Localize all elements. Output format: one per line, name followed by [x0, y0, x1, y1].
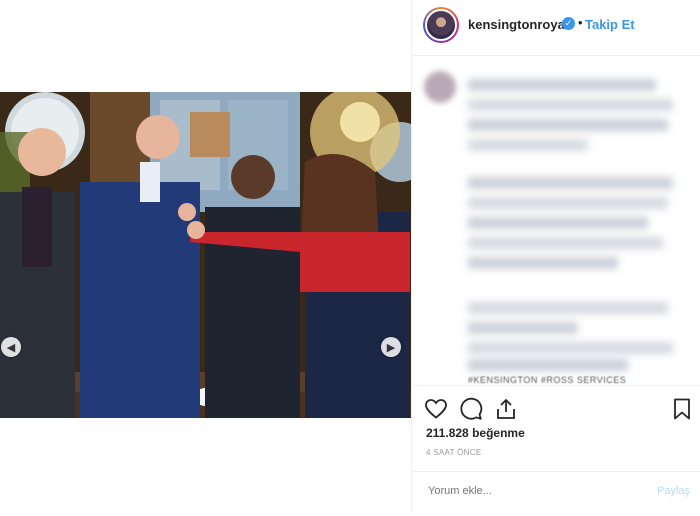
blurred-text-line — [468, 302, 668, 314]
add-comment-form: Paylaş — [412, 471, 700, 513]
caption-comments-blurred: #KENSINGTON #ROSS SERVICES — [412, 57, 700, 384]
comment-input[interactable] — [426, 484, 650, 498]
likes-count[interactable]: 211.828 beğenme — [426, 426, 525, 440]
blurred-text-line — [468, 257, 618, 269]
blurred-text-line — [468, 99, 673, 111]
commenter-avatar — [424, 71, 456, 103]
partial-caption-text: #KENSINGTON #ROSS SERVICES — [468, 375, 627, 384]
post-header: kensingtonroyal ✓ • Takip Et — [412, 0, 700, 56]
bookmark-icon[interactable] — [670, 397, 694, 421]
instagram-post: ◀ ▶ kensingtonroyal ✓ • Takip Et #KENSIN… — [0, 0, 700, 512]
likes-label: beğenme — [472, 426, 525, 440]
blurred-text-line — [468, 139, 588, 151]
media-panel: ◀ ▶ — [0, 0, 411, 512]
comment-icon[interactable] — [459, 397, 483, 421]
post-actions: 211.828 beğenme 4 SAAT ÖNCE Paylaş — [412, 385, 700, 516]
share-icon[interactable] — [494, 397, 518, 421]
blurred-text-line — [468, 237, 663, 249]
post-sidebar: kensingtonroyal ✓ • Takip Et #KENSINGTON… — [411, 0, 700, 512]
previous-arrow-icon[interactable]: ◀ — [1, 337, 21, 357]
blurred-text-line — [468, 217, 648, 229]
blurred-text-line — [468, 79, 656, 91]
heart-icon[interactable] — [424, 397, 448, 421]
likes-number: 211.828 — [426, 426, 469, 440]
follow-button[interactable]: Takip Et — [585, 17, 635, 32]
blurred-text-line — [468, 359, 628, 371]
photo-illustration — [0, 92, 411, 418]
username-link[interactable]: kensingtonroyal — [468, 17, 568, 32]
post-timestamp[interactable]: 4 SAAT ÖNCE — [426, 448, 481, 457]
blurred-text-line — [468, 177, 673, 189]
verified-badge-icon: ✓ — [562, 17, 575, 30]
blurred-text-line — [468, 197, 668, 209]
next-arrow-icon[interactable]: ▶ — [381, 337, 401, 357]
blurred-text-line — [468, 322, 578, 334]
profile-avatar[interactable] — [425, 9, 457, 41]
separator-dot: • — [578, 15, 583, 30]
story-ring[interactable] — [423, 7, 459, 43]
blurred-text-line — [468, 119, 668, 131]
blurred-text-line — [468, 342, 673, 354]
post-photo[interactable]: ◀ ▶ — [0, 92, 411, 418]
post-comment-button[interactable]: Paylaş — [657, 485, 690, 497]
